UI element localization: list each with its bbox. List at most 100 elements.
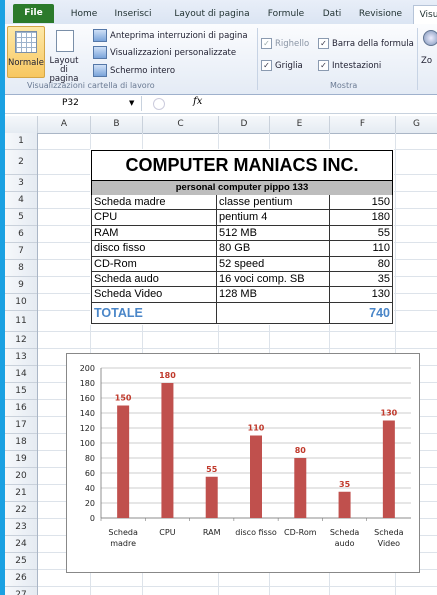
row-header[interactable]: 25	[5, 553, 37, 570]
normale-view-button[interactable]: Normale	[7, 26, 45, 78]
table-subtitle[interactable]: personal computer pippo 133	[91, 180, 393, 196]
tab-visualizza[interactable]: Visu	[413, 5, 437, 25]
bar	[294, 458, 307, 518]
chevron-down-icon[interactable]: ▼	[129, 96, 134, 111]
zoom-label: Zo	[421, 56, 433, 66]
row-header[interactable]: 1	[5, 133, 37, 150]
empty-cell[interactable]	[216, 302, 330, 324]
righello-checkbox[interactable]: ✓ Righello	[261, 38, 309, 49]
column-header[interactable]: F	[330, 116, 396, 133]
row-header[interactable]: 3	[5, 175, 37, 192]
tab-file[interactable]: File	[13, 4, 54, 23]
row-header[interactable]: 9	[5, 277, 37, 294]
column-header[interactable]: D	[219, 116, 270, 133]
tab-revisione[interactable]: Revisione	[353, 5, 408, 24]
row-header[interactable]: 19	[5, 451, 37, 468]
bar-chart[interactable]: 0 20 40 60 80 100 120 140 160 180 200 150 Scheda madr…	[66, 353, 420, 573]
value-cell[interactable]: 55	[329, 225, 393, 242]
data-label: 110	[248, 424, 265, 433]
row-header[interactable]: 7	[5, 243, 37, 260]
row-header[interactable]: 21	[5, 485, 37, 502]
value-cell[interactable]: 80	[329, 256, 393, 272]
normal-view-icon	[15, 31, 37, 53]
row-header[interactable]: 27	[5, 587, 37, 595]
data-label: 180	[159, 371, 176, 380]
description-cell[interactable]: classe pentium	[216, 195, 330, 211]
description-cell[interactable]: 512 MB	[216, 225, 330, 242]
griglia-checkbox[interactable]: ✓ Griglia	[261, 60, 303, 71]
component-cell[interactable]: Scheda madre	[91, 195, 217, 211]
check-icon: ✓	[318, 60, 329, 71]
x-tick-label: audo	[335, 539, 355, 548]
name-box[interactable]: P32 ▼	[5, 96, 142, 111]
column-header[interactable]: B	[91, 116, 143, 133]
description-cell[interactable]: pentium 4	[216, 210, 330, 226]
row-header[interactable]: 17	[5, 417, 37, 434]
total-label-cell[interactable]: TOTALE	[91, 302, 217, 324]
tab-formule[interactable]: Formule	[262, 5, 310, 24]
check-icon: ✓	[261, 38, 272, 49]
anteprima-interruzioni-button[interactable]: Anteprima interruzioni di pagina	[93, 29, 248, 42]
component-cell[interactable]: disco fisso	[91, 241, 217, 257]
value-cell[interactable]: 130	[329, 287, 393, 303]
row-header[interactable]: 23	[5, 519, 37, 536]
component-cell[interactable]: Scheda audo	[91, 271, 217, 288]
row-header[interactable]: 26	[5, 570, 37, 587]
value-cell[interactable]: 150	[329, 195, 393, 211]
data-label: 130	[381, 409, 398, 418]
component-cell[interactable]: Scheda Video	[91, 287, 217, 303]
row-header[interactable]: 15	[5, 383, 37, 400]
row-header[interactable]: 12	[5, 332, 37, 349]
visualizzazioni-personalizzate-button[interactable]: Visualizzazioni personalizzate	[93, 46, 236, 59]
tab-home[interactable]: Home	[67, 5, 101, 24]
row-header[interactable]: 16	[5, 400, 37, 417]
row-header[interactable]: 13	[5, 349, 37, 366]
function-icon[interactable]: fx	[193, 96, 202, 107]
component-cell[interactable]: CD-Rom	[91, 256, 217, 272]
description-cell[interactable]: 52 speed	[216, 256, 330, 272]
row-header[interactable]: 24	[5, 536, 37, 553]
component-cell[interactable]: CPU	[91, 210, 217, 226]
y-tick-label: 0	[90, 514, 95, 523]
data-label: 35	[339, 480, 351, 489]
description-cell[interactable]: 128 MB	[216, 287, 330, 303]
column-header[interactable]: G	[396, 116, 437, 133]
column-header[interactable]: E	[270, 116, 330, 133]
component-cell[interactable]: RAM	[91, 225, 217, 242]
value-cell[interactable]: 180	[329, 210, 393, 226]
tab-layout-di-pagina[interactable]: Layout di pagina	[169, 5, 255, 24]
row-header[interactable]: 14	[5, 366, 37, 383]
select-all-corner[interactable]	[5, 116, 38, 133]
value-cell[interactable]: 35	[329, 271, 393, 288]
zoom-icon[interactable]	[423, 30, 437, 46]
row-header[interactable]: 2	[5, 150, 37, 175]
tab-inserisci[interactable]: Inserisci	[109, 5, 157, 24]
table-body: Scheda madre classe pentium 150 CPU pentium…	[91, 195, 393, 324]
total-value-cell[interactable]: 740	[329, 302, 393, 324]
table-row: CD-Rom 52 speed 80	[91, 256, 393, 272]
schermo-intero-button[interactable]: Schermo intero	[93, 64, 175, 77]
row-header[interactable]: 18	[5, 434, 37, 451]
value-cell[interactable]: 110	[329, 241, 393, 257]
sheet-grid[interactable]: COMPUTER MANIACS INC. personal computer …	[38, 133, 437, 595]
description-cell[interactable]: 80 GB	[216, 241, 330, 257]
row-header[interactable]: 4	[5, 192, 37, 209]
formula-input[interactable]	[210, 96, 436, 111]
barra-formula-checkbox[interactable]: ✓ Barra della formula	[318, 38, 414, 49]
column-header[interactable]: A	[38, 116, 91, 133]
row-header[interactable]: 20	[5, 468, 37, 485]
grid-line	[38, 331, 437, 332]
row-header[interactable]: 11	[5, 311, 37, 332]
row-header[interactable]: 5	[5, 209, 37, 226]
row-header[interactable]: 10	[5, 294, 37, 311]
tab-dati[interactable]: Dati	[318, 5, 346, 24]
row-header[interactable]: 6	[5, 226, 37, 243]
layout-di-pagina-button[interactable]: Layout di pagina	[45, 26, 83, 84]
row-header[interactable]: 8	[5, 260, 37, 277]
description-cell[interactable]: 16 voci comp. SB	[216, 271, 330, 288]
intestazioni-checkbox[interactable]: ✓ Intestazioni	[318, 60, 381, 71]
row-header[interactable]: 22	[5, 502, 37, 519]
table-title[interactable]: COMPUTER MANIACS INC.	[91, 150, 393, 181]
y-tick-label: 100	[80, 439, 95, 448]
column-header[interactable]: C	[143, 116, 219, 133]
